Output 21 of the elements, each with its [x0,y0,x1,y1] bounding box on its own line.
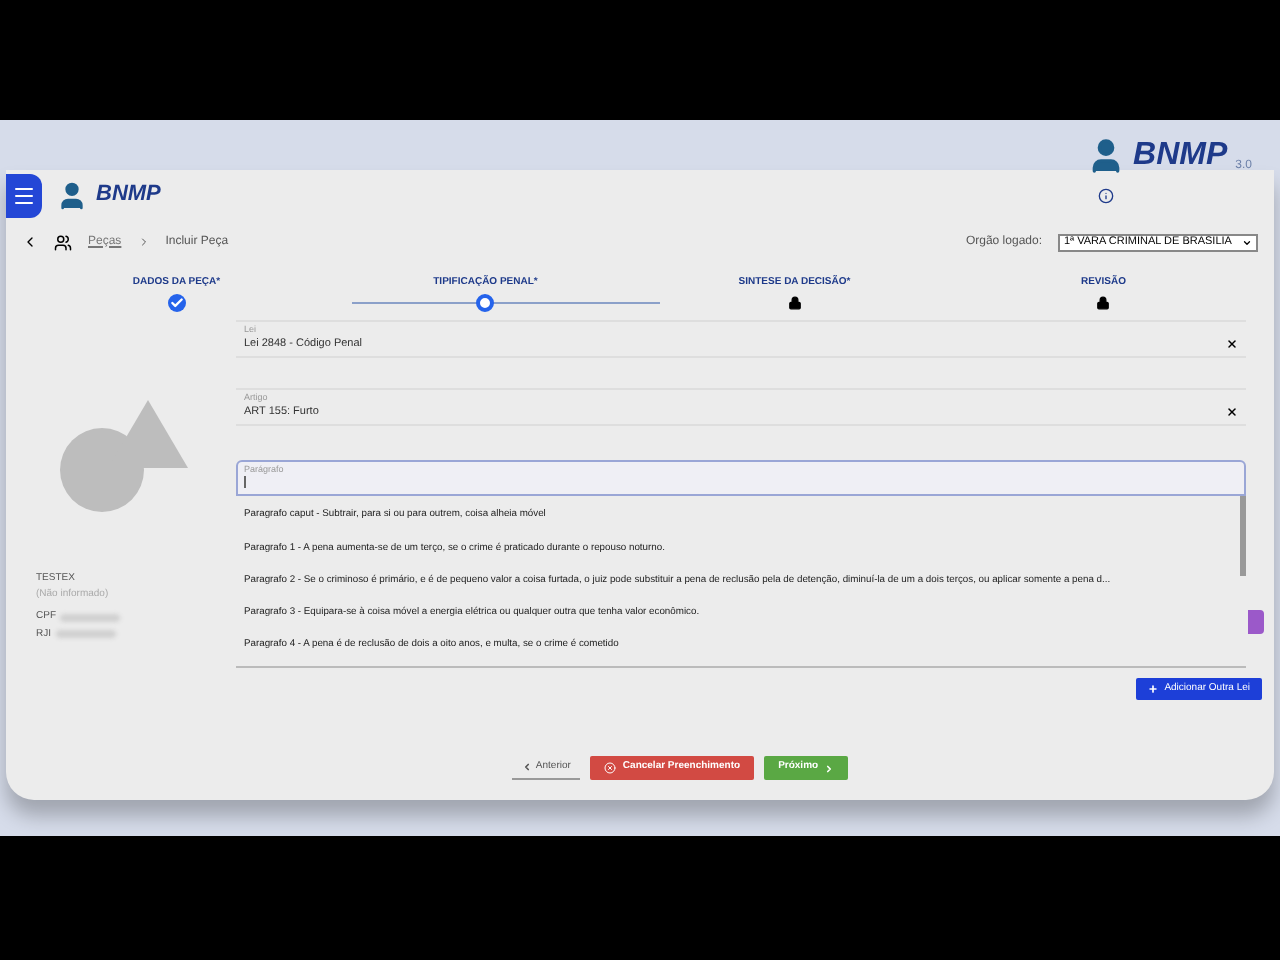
clear-icon[interactable] [1226,405,1238,418]
plus-icon [1148,684,1159,694]
dropdown-caret-icon [1242,237,1252,247]
menu-icon [12,183,36,207]
blurred-value [60,613,120,622]
clear-icon[interactable] [1226,337,1238,350]
scrollbar[interactable] [1240,496,1246,576]
chevron-left-icon [521,762,532,772]
person-logo-icon [56,179,88,211]
placeholder-shapes-icon [60,400,188,512]
menu-button[interactable] [6,173,42,217]
blurred-value [55,630,115,639]
users-icon [54,233,72,251]
cancel-icon [604,762,617,774]
logo-text: BNMP [1133,140,1228,172]
info-icon[interactable] [1098,187,1114,203]
logo-text: BNMP [96,184,161,206]
back-icon[interactable] [22,234,38,250]
text-cursor [244,476,246,489]
separator-icon [137,236,150,248]
chevron-right-icon [824,763,835,773]
